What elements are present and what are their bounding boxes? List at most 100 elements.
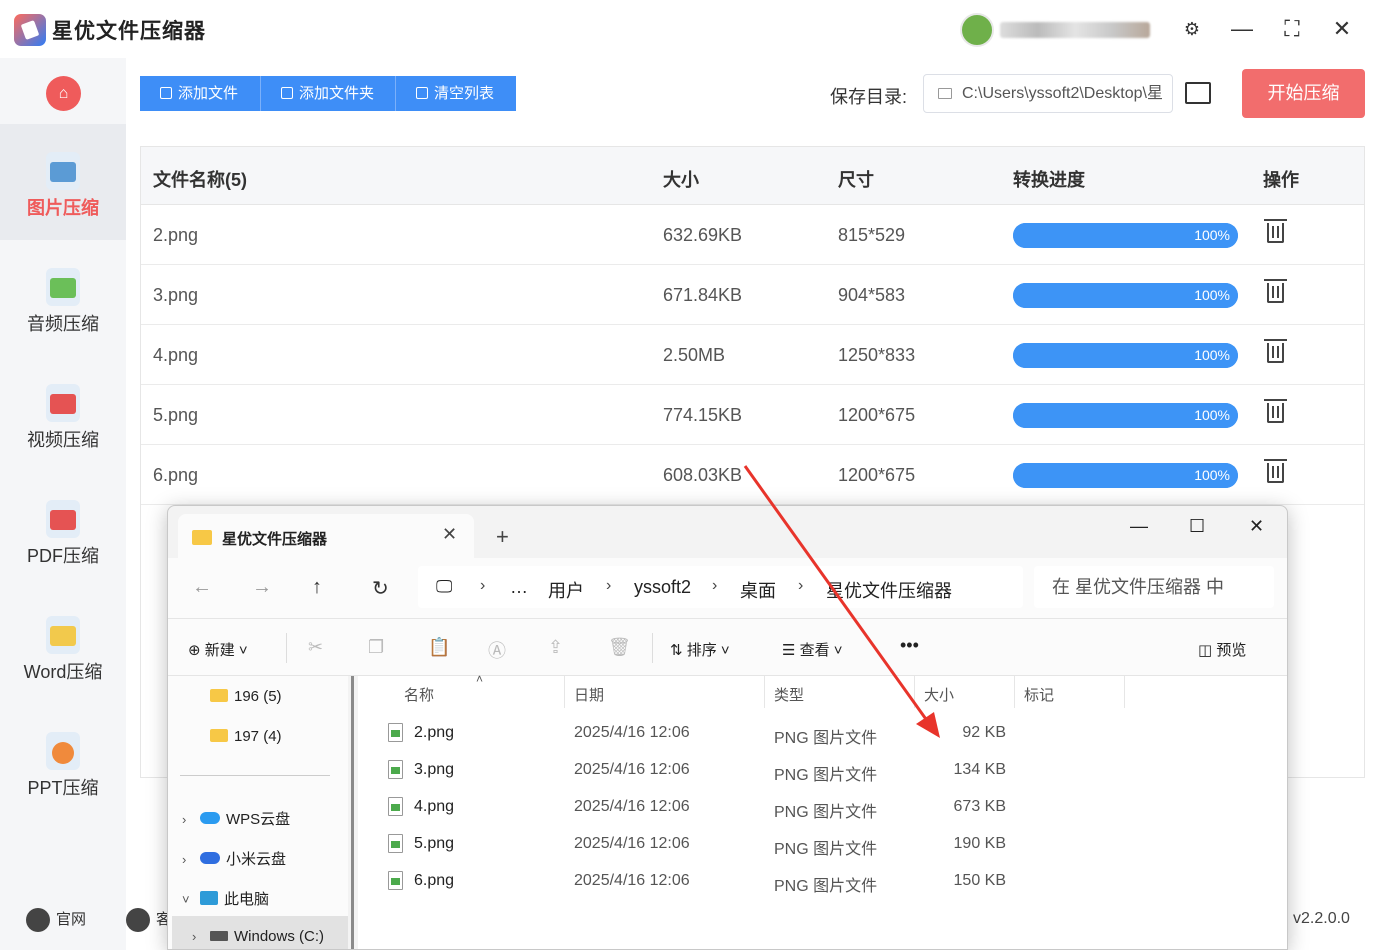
- breadcrumb-separator: ›: [712, 577, 718, 594]
- cloud-icon: [200, 852, 220, 864]
- back-icon[interactable]: ←: [192, 576, 212, 599]
- settings-icon[interactable]: ⚙: [1177, 14, 1207, 44]
- address-bar[interactable]: 🖵 › … 用户 › yssoft2 › 桌面 › 星优文件压缩器: [418, 566, 1023, 608]
- copy-icon[interactable]: ❐: [368, 637, 388, 657]
- clear-list-button[interactable]: 清空列表: [396, 76, 516, 111]
- share-icon[interactable]: ⇪: [548, 637, 568, 657]
- file-type: PNG 图片文件: [774, 878, 878, 895]
- explorer-close-button[interactable]: ✕: [1249, 516, 1264, 537]
- nav-folder-label: 197 (4): [234, 728, 282, 745]
- preview-button[interactable]: ◫ 预览: [1198, 639, 1246, 660]
- file-size: 134 KB: [953, 761, 1006, 778]
- sidebar-item-pdf[interactable]: PDF压缩: [0, 472, 126, 588]
- nav-windows-c[interactable]: › Windows (C:): [172, 916, 348, 949]
- ppt-icon: [46, 732, 80, 770]
- delete-icon[interactable]: [1264, 219, 1287, 243]
- column-name[interactable]: 名称: [404, 684, 434, 705]
- folder-icon: [192, 530, 212, 545]
- service-link[interactable]: 客: [126, 908, 171, 933]
- sidebar-item-label: 视频压缩: [27, 430, 99, 450]
- nav-folder-197[interactable]: 197 (4): [210, 728, 282, 745]
- breadcrumb-yssoft2[interactable]: yssoft2: [634, 577, 691, 598]
- file-name: 6.png: [153, 465, 199, 485]
- maximize-button[interactable]: ⛶: [1277, 14, 1307, 44]
- sidebar-item-video[interactable]: 视频压缩: [0, 356, 126, 472]
- breadcrumb-more[interactable]: …: [510, 577, 528, 598]
- nav-folder-196[interactable]: 196 (5): [210, 688, 282, 705]
- trash-icon: [416, 87, 428, 99]
- view-button[interactable]: ☰ 查看 ˅: [782, 639, 843, 660]
- sidebar-item-label: Word压缩: [23, 662, 103, 682]
- sort-label: 排序: [686, 642, 717, 659]
- new-button[interactable]: ⊕ 新建 ˅: [188, 639, 248, 660]
- file-size: 632.69KB: [663, 225, 743, 245]
- start-compress-button[interactable]: 开始压缩: [1242, 69, 1365, 118]
- website-label: 官网: [56, 911, 87, 928]
- add-folder-button[interactable]: 添加文件夹: [261, 76, 395, 111]
- website-link[interactable]: 官网: [26, 908, 87, 933]
- list-item[interactable]: 6.png 2025/4/16 12:06 PNG 图片文件 150 KB: [358, 864, 1287, 901]
- cut-icon[interactable]: ✂: [308, 637, 328, 657]
- explorer-minimize-button[interactable]: —: [1130, 516, 1148, 537]
- close-tab-icon[interactable]: ✕: [442, 524, 457, 545]
- divider: [180, 775, 330, 776]
- progress-label: 100%: [1194, 227, 1230, 243]
- version-label: v2.2.0.0: [1293, 910, 1350, 927]
- nav-location-label: Windows (C:): [234, 928, 325, 945]
- progress-bar: 100%: [1013, 283, 1238, 308]
- explorer-tab[interactable]: 星优文件压缩器 ✕: [178, 514, 474, 558]
- nav-location-label: WPS云盘: [226, 811, 291, 828]
- list-item[interactable]: 3.png 2025/4/16 12:06 PNG 图片文件 134 KB: [358, 753, 1287, 790]
- nav-wps-cloud[interactable]: › WPS云盘: [182, 808, 290, 829]
- new-tab-button[interactable]: +: [496, 524, 509, 550]
- breadcrumb-current[interactable]: 星优文件压缩器: [826, 577, 952, 603]
- divider: [652, 633, 653, 663]
- sidebar-item-audio[interactable]: 音频压缩: [0, 240, 126, 356]
- sidebar-item-ppt[interactable]: PPT压缩: [0, 704, 126, 820]
- refresh-icon[interactable]: ↻: [372, 576, 389, 601]
- list-item[interactable]: 5.png 2025/4/16 12:06 PNG 图片文件 190 KB: [358, 827, 1287, 864]
- save-dir-input[interactable]: C:\Users\yssoft2\Desktop\星: [923, 74, 1173, 113]
- divider: [914, 676, 915, 708]
- more-options-icon[interactable]: •••: [900, 635, 919, 656]
- delete-icon[interactable]: [1264, 279, 1287, 303]
- progress-label: 100%: [1194, 287, 1230, 303]
- rename-icon[interactable]: Ⓐ: [488, 637, 508, 661]
- add-file-button[interactable]: 添加文件: [140, 76, 260, 111]
- close-button[interactable]: ✕: [1327, 14, 1357, 44]
- column-size[interactable]: 大小: [924, 684, 954, 705]
- column-type[interactable]: 类型: [774, 684, 804, 705]
- sort-button[interactable]: ⇅ 排序 ˅: [670, 639, 730, 660]
- explorer-maximize-button[interactable]: ☐: [1189, 516, 1205, 537]
- breadcrumb-desktop[interactable]: 桌面: [740, 577, 776, 603]
- user-avatar[interactable]: [960, 13, 994, 47]
- app-title: 星优文件压缩器: [52, 20, 206, 43]
- sidebar-item-word[interactable]: Word压缩: [0, 588, 126, 704]
- forward-icon[interactable]: →: [252, 576, 272, 599]
- delete-icon[interactable]: [1264, 339, 1287, 363]
- open-folder-icon[interactable]: [1185, 82, 1211, 104]
- nav-scrollbar[interactable]: [351, 676, 354, 949]
- nav-xiaomi-cloud[interactable]: › 小米云盘: [182, 848, 286, 869]
- file-name: 4.png: [414, 798, 455, 815]
- delete-icon[interactable]: [1264, 399, 1287, 423]
- breadcrumb-separator: ›: [798, 577, 804, 594]
- paste-icon[interactable]: 📋: [428, 637, 450, 657]
- table-row: 2.png 632.69KB 815*529 100%: [141, 205, 1364, 265]
- sidebar-item-image[interactable]: 图片压缩: [0, 124, 126, 240]
- nav-this-pc[interactable]: ˅ 此电脑: [182, 888, 269, 909]
- column-tags[interactable]: 标记: [1024, 684, 1054, 705]
- delete-icon[interactable]: 🗑: [608, 637, 631, 657]
- file-type: PNG 图片文件: [774, 767, 878, 784]
- explorer-nav-bar: ← → ↑ ↻ 🖵 › … 用户 › yssoft2 › 桌面 › 星优文件压缩…: [168, 558, 1287, 618]
- home-icon[interactable]: ⌂: [46, 76, 81, 111]
- file-date: 2025/4/16 12:06: [574, 761, 690, 778]
- list-item[interactable]: 4.png 2025/4/16 12:06 PNG 图片文件 673 KB: [358, 790, 1287, 827]
- column-date[interactable]: 日期: [574, 684, 604, 705]
- up-icon[interactable]: ↑: [312, 576, 322, 599]
- minimize-button[interactable]: —: [1227, 14, 1257, 44]
- delete-icon[interactable]: [1264, 459, 1287, 483]
- list-item[interactable]: 2.png 2025/4/16 12:06 PNG 图片文件 92 KB: [358, 716, 1287, 753]
- search-input[interactable]: 在 星优文件压缩器 中: [1034, 566, 1274, 608]
- breadcrumb-users[interactable]: 用户: [548, 577, 584, 603]
